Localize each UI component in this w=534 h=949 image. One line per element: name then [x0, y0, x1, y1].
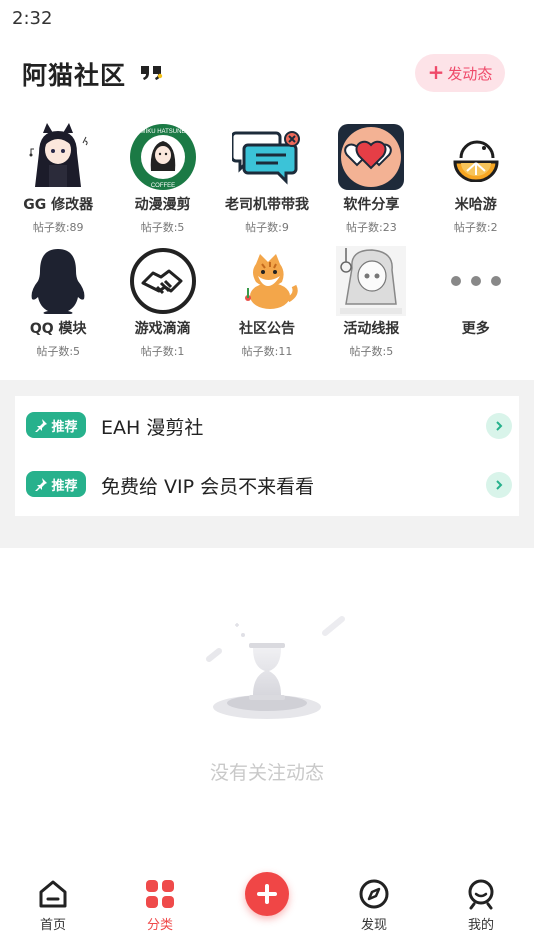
plus-icon: [257, 884, 277, 904]
qq-penguin-icon: [23, 246, 93, 316]
forum-count: 帖子数:5: [140, 221, 185, 234]
tab-discover[interactable]: 发现: [339, 878, 409, 933]
recommend-tag: 推荐: [26, 412, 86, 438]
forum-name: QQ 模块: [29, 321, 87, 337]
miku-coffee-logo-icon: MIKU HATSUNE COFFEE: [128, 122, 198, 192]
compass-icon: [359, 879, 389, 909]
svg-text:COFFEE: COFFEE: [150, 183, 174, 189]
anime-sketch-icon: [336, 246, 407, 316]
pin-icon: [35, 478, 48, 491]
tab-profile[interactable]: 我的: [446, 878, 516, 933]
tab-label: 分类: [146, 918, 173, 933]
anime-girl-icon: [23, 122, 93, 192]
chat-bubbles-icon: [231, 122, 302, 192]
bottom-tabbar: 首页 分类 发现 我的: [0, 864, 534, 949]
forum-count: 帖子数:5: [36, 345, 81, 358]
empty-state-text: 没有关注动态: [209, 762, 324, 784]
forum-count: 帖子数:89: [32, 221, 84, 234]
forum-grid: GG 修改器 帖子数:89 MIKU HATSUNE COFFEE 动漫漫剪 帖…: [6, 122, 528, 362]
home-icon: [39, 880, 67, 908]
forum-name: 社区公告: [238, 321, 295, 337]
category-icon: [146, 880, 174, 908]
recommend-item[interactable]: 推荐 免费给 VIP 会员不来看看: [15, 455, 519, 514]
forum-count: 帖子数:23: [346, 221, 397, 234]
hourglass-illustration-icon: [206, 616, 345, 719]
post-button[interactable]: + 发动态: [415, 54, 505, 92]
forum-item[interactable]: 老司机带带我 帖子数:9: [215, 122, 319, 238]
empty-state: 没有关注动态: [0, 605, 534, 805]
tab-label: 我的: [467, 918, 494, 933]
cat-icon: [232, 246, 302, 316]
forum-count: 帖子数:11: [241, 345, 293, 358]
forum-item-more[interactable]: 更多: [424, 246, 528, 362]
recommend-tag-label: 推荐: [51, 419, 78, 435]
recommend-title: EAH 漫剪社: [101, 417, 204, 439]
more-dots-icon: [441, 246, 511, 316]
forum-count: 帖子数:5: [349, 345, 394, 358]
forum-name: 动漫漫剪: [134, 197, 191, 213]
handshake-icon: [128, 246, 198, 316]
plus-icon: +: [427, 60, 445, 84]
recommend-list: 推荐 EAH 漫剪社 推荐 免费给 VIP 会员不来看看: [15, 396, 519, 516]
forum-count: 帖子数:9: [245, 221, 289, 234]
forum-name: GG 修改器: [23, 197, 94, 213]
tab-label: 发现: [360, 918, 387, 933]
forum-name: 软件分享: [343, 197, 400, 213]
forum-count: 帖子数:1: [140, 345, 185, 358]
forum-item[interactable]: QQ 模块 帖子数:5: [6, 246, 110, 362]
profile-icon: [468, 879, 494, 910]
svg-text:MIKU HATSUNE: MIKU HATSUNE: [140, 129, 185, 135]
forum-item[interactable]: 游戏滴滴 帖子数:1: [110, 246, 214, 362]
tab-label: 首页: [39, 918, 66, 933]
hearts-icon: [336, 122, 406, 192]
status-bar: 2:32: [0, 0, 534, 38]
forum-name: 游戏滴滴: [134, 321, 191, 337]
recommend-title: 免费给 VIP 会员不来看看: [101, 476, 315, 498]
tab-category[interactable]: 分类: [125, 878, 195, 933]
recommend-item[interactable]: 推荐 EAH 漫剪社: [15, 396, 519, 455]
forum-item[interactable]: 活动线报 帖子数:5: [319, 246, 423, 362]
forum-item[interactable]: MIKU HATSUNE COFFEE 动漫漫剪 帖子数:5: [110, 122, 214, 238]
status-time: 2:32: [12, 8, 53, 29]
forum-item[interactable]: GG 修改器 帖子数:89: [6, 122, 110, 238]
create-post-button[interactable]: [245, 872, 289, 916]
pin-icon: [35, 419, 48, 432]
page-title: 阿猫社区: [22, 61, 127, 90]
tab-home[interactable]: 首页: [18, 878, 88, 933]
header: 阿猫社区 + 发动态: [0, 54, 534, 94]
forum-item[interactable]: 软件分享 帖子数:23: [319, 122, 423, 238]
post-button-label: 发动态: [447, 64, 493, 83]
forum-name: 老司机带带我: [224, 197, 309, 213]
quote-icon: [141, 66, 163, 80]
chevron-right-icon[interactable]: [486, 413, 512, 439]
forum-item[interactable]: 米哈游 帖子数:2: [424, 122, 528, 238]
recommend-tag-label: 推荐: [51, 478, 78, 494]
forum-name: 活动线报: [343, 321, 400, 337]
recommend-tag: 推荐: [26, 471, 86, 497]
forum-name: 更多: [461, 321, 490, 337]
forum-name: 米哈游: [454, 197, 497, 213]
chevron-right-icon[interactable]: [486, 472, 512, 498]
orange-slice-icon: [441, 122, 511, 192]
forum-item[interactable]: 社区公告 帖子数:11: [215, 246, 319, 362]
forum-count: 帖子数:2: [453, 221, 498, 234]
